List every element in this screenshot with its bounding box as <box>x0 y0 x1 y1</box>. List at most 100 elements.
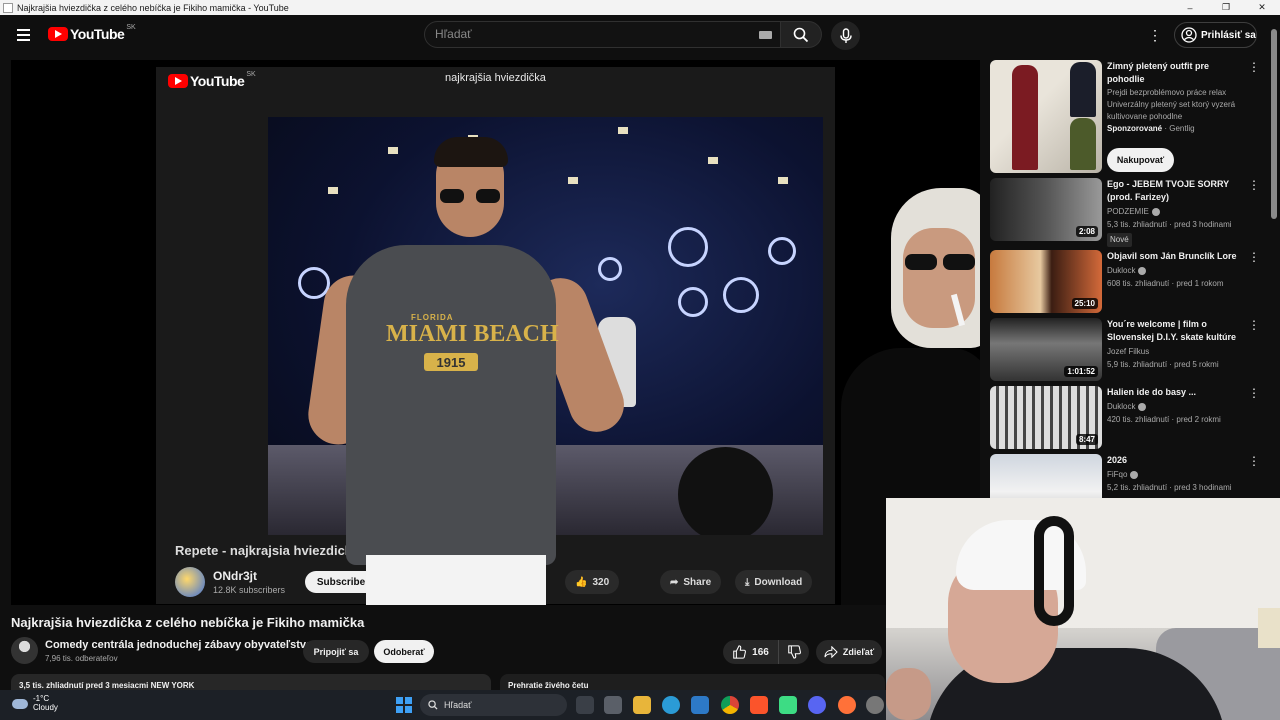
like-button[interactable]: 166 <box>723 640 779 664</box>
weather-widget[interactable]: -1°C Cloudy <box>12 694 58 713</box>
discord-icon[interactable] <box>808 696 826 714</box>
video-title[interactable]: Ego - JEBEM TVOJE SORRY (prod. Farizey) <box>1107 178 1247 204</box>
video-channel: PODZEMIE <box>1107 206 1247 218</box>
minimize-button[interactable]: – <box>1172 0 1208 15</box>
video-thumbnail[interactable]: 1:01:52 <box>990 318 1102 381</box>
video-title: Najkrajšia hviezdička z celého nebíčka j… <box>11 615 365 630</box>
store-icon[interactable] <box>604 696 622 714</box>
join-button[interactable]: Pripojiť sa <box>303 640 369 663</box>
video-title[interactable]: 2026 <box>1107 454 1247 467</box>
video-thumbnail[interactable]: 2:08 <box>990 178 1102 241</box>
video-channel: FiFqo <box>1107 469 1247 481</box>
youtube-play-icon <box>48 27 68 41</box>
keyboard-icon[interactable] <box>759 31 772 39</box>
sunglasses <box>440 189 502 203</box>
video-channel: Jozef Filkus <box>1107 347 1150 356</box>
stage-light <box>778 177 788 184</box>
chat-replay-box[interactable]: Prehratie živého četu <box>500 674 885 690</box>
settings-more-button[interactable]: ⋮ <box>1146 25 1164 45</box>
embedded-video-top: YouTube SK najkrajšia hviezdička <box>156 67 835 105</box>
shirt-text-line2: MIAMI BEACH <box>386 321 559 347</box>
recommended-video[interactable]: 25:10 Objavil som Ján Brunclík Lore Dukl… <box>990 250 1265 316</box>
dislike-button[interactable] <box>779 640 809 664</box>
dress-image <box>1012 65 1038 170</box>
voice-search-button[interactable] <box>831 21 860 50</box>
more-actions-icon[interactable]: ⋮ <box>1248 386 1260 402</box>
stage-light <box>708 157 718 164</box>
channel-name: Duklock <box>1107 266 1136 275</box>
channel-name: PODZEMIE <box>1107 207 1149 216</box>
video-title[interactable]: Objavil som Ján Brunclík Lore <box>1107 250 1247 263</box>
cloud-icon <box>12 698 28 709</box>
video-player[interactable]: YouTube SK najkrajšia hviezdička Repete … <box>11 60 980 605</box>
channel-row: Comedy centrála jednoduchej zábavy obyva… <box>11 637 891 667</box>
more-actions-icon[interactable]: ⋮ <box>1248 178 1260 194</box>
headset-icon <box>1034 516 1074 626</box>
start-button[interactable] <box>396 697 412 713</box>
youtube-logo[interactable]: YouTube SK <box>48 24 136 42</box>
chrome-icon[interactable] <box>721 696 739 714</box>
stage-light <box>618 127 628 134</box>
verified-icon <box>1130 470 1139 479</box>
close-button[interactable]: ✕ <box>1244 0 1280 15</box>
share-icon <box>824 646 838 658</box>
firefox-icon[interactable] <box>838 696 856 714</box>
maximize-button[interactable]: ❐ <box>1208 0 1244 15</box>
brave-icon[interactable] <box>750 696 768 714</box>
sponsored-label: Sponzorované <box>1107 124 1163 133</box>
more-actions-icon[interactable]: ⋮ <box>1248 454 1260 470</box>
download-icon: ⤓ <box>745 576 750 588</box>
ad-thumbnail[interactable] <box>990 60 1102 173</box>
ad-description: Prejdi bezproblémovo práce relax Univerz… <box>1107 88 1236 121</box>
notepad-icon[interactable] <box>779 696 797 714</box>
file-explorer-icon[interactable] <box>633 696 651 714</box>
embedded-video-title: najkrajšia hviezdička <box>445 72 546 84</box>
video-thumbnail[interactable]: 8:47 <box>990 386 1102 449</box>
embedded-download-pill: ⤓ Download <box>735 570 813 594</box>
channel-name[interactable]: Comedy centrála jednoduchej zábavy obyva… <box>45 639 312 651</box>
share-button[interactable]: Zdieľať <box>816 640 882 664</box>
menu-button[interactable] <box>14 26 34 44</box>
stage-orb <box>768 237 796 265</box>
thumbs-down-icon <box>788 645 801 659</box>
description-box[interactable]: 3,5 tis. zhliadnutí pred 3 mesiacmi NEW … <box>11 674 491 690</box>
more-actions-icon[interactable]: ⋮ <box>1248 250 1260 266</box>
windows-logo-icon <box>396 697 403 704</box>
shop-now-button[interactable]: Nakupovať <box>1107 148 1174 172</box>
signin-button[interactable]: Prihlásiť sa <box>1174 22 1257 48</box>
subscribe-button[interactable]: Odoberať <box>374 640 434 663</box>
taskbar-search[interactable]: Hľadať <box>420 694 567 716</box>
share-icon: ➦ <box>670 576 679 588</box>
stage-disc <box>678 447 773 535</box>
channel-subscribers: 7,96 tis. odberateľov <box>45 654 118 663</box>
ad-title[interactable]: Zimný pletený outfit pre pohodlie <box>1107 60 1247 86</box>
channel-avatar[interactable] <box>11 637 38 664</box>
obs-icon[interactable] <box>866 696 884 714</box>
video-meta: 608 tis. zhliadnutí · pred 1 rokom <box>1107 279 1224 288</box>
video-duration: 2:08 <box>1075 226 1098 237</box>
edge-icon[interactable] <box>662 696 680 714</box>
video-thumbnail[interactable]: 25:10 <box>990 250 1102 313</box>
task-view-icon[interactable] <box>576 696 594 714</box>
scrollbar-thumb[interactable] <box>1271 29 1277 219</box>
video-title[interactable]: Halien ide do basy ... <box>1107 386 1247 399</box>
embedded-download-label: Download <box>754 576 803 588</box>
recommended-video[interactable]: 8:47 Halien ide do basy ... Duklock 420 … <box>990 386 1265 452</box>
video-title[interactable]: You´re welcome | film o Slovenskej D.I.Y… <box>1107 318 1247 344</box>
recommended-video[interactable]: 2:08 Ego - JEBEM TVOJE SORRY (prod. Fari… <box>990 178 1265 247</box>
more-actions-icon[interactable]: ⋮ <box>1248 318 1260 334</box>
photos-icon[interactable] <box>691 696 709 714</box>
sponsored-ad[interactable]: Zimný pletený outfit pre pohodlie Prejdi… <box>990 60 1265 176</box>
search-button[interactable] <box>781 21 822 48</box>
embedded-channel-subs: 12.8K subscribers <box>213 585 286 595</box>
window-titlebar: Najkrajšia hviezdička z celého nebíčka j… <box>0 0 1280 15</box>
video-meta: 420 tis. zhliadnutí · pred 2 rokmi <box>1107 415 1221 424</box>
window-title: Najkrajšia hviezdička z celého nebíčka j… <box>17 2 289 13</box>
search-input[interactable] <box>435 27 735 41</box>
video-channel: Duklock <box>1107 265 1247 277</box>
badge-row: Nové <box>1107 231 1247 247</box>
recommended-video[interactable]: 1:01:52 You´re welcome | film o Slovensk… <box>990 318 1265 384</box>
signin-label: Prihlásiť sa <box>1201 29 1256 41</box>
more-actions-icon[interactable]: ⋮ <box>1248 60 1260 76</box>
video-meta: 5,9 tis. zhliadnutí · pred 5 rokmi <box>1107 360 1219 369</box>
